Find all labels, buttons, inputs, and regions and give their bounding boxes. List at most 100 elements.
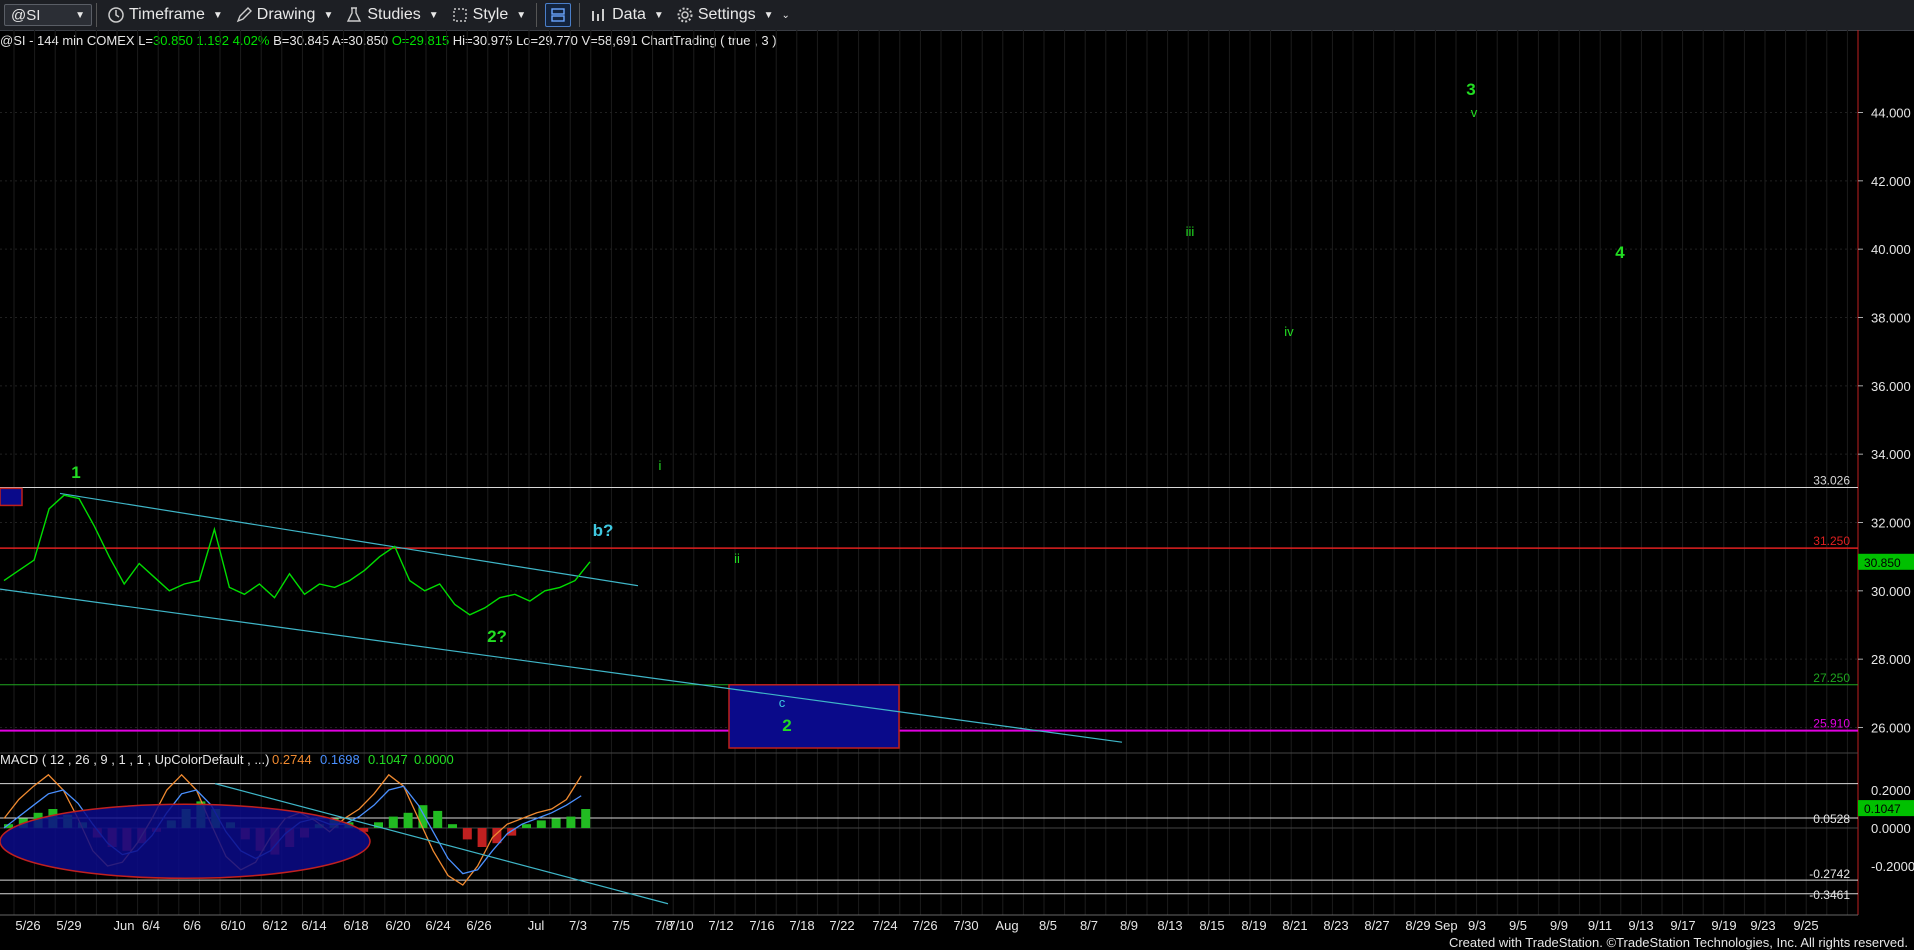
x-axis-tick-label: 8/23 <box>1323 918 1348 933</box>
horizontal-level-label: 27.250 <box>1813 671 1850 685</box>
x-axis-tick-label: 9/23 <box>1750 918 1775 933</box>
x-axis-tick-label: 8/7 <box>1080 918 1098 933</box>
style-icon <box>452 8 467 22</box>
macd-y-tick-label: 0.2000 <box>1871 783 1911 798</box>
style-label: Style <box>472 6 509 23</box>
horizontal-level-label: 31.250 <box>1813 534 1850 548</box>
timeframe-menu[interactable]: Timeframe ▼ <box>101 2 229 28</box>
channel-upper-line <box>59 492 639 587</box>
x-axis-tick-label: 6/14 <box>301 918 326 933</box>
price-chart[interactable]: 44.000 42.000 40.000 38.000 36.000 34.000 32.0… <box>0 30 1914 935</box>
x-axis-tick-label: 8/19 <box>1241 918 1266 933</box>
macd-avg-value: 0.1698 <box>320 752 360 767</box>
x-axis-tick-label: 7/30 <box>953 918 978 933</box>
x-axis-tick-label: 6/4 <box>142 918 160 933</box>
pencil-icon <box>236 7 252 23</box>
chevron-down-icon: ▼ <box>75 9 85 21</box>
wave-label: c <box>779 695 786 710</box>
x-axis-tick-label: 7/3 <box>569 918 587 933</box>
overflow-caret-icon: ⌄ <box>781 9 790 21</box>
macd-histogram-bar <box>462 828 472 840</box>
target-box <box>728 684 900 749</box>
horizontal-level-label: 33.026 <box>1813 473 1850 487</box>
bar-chart-icon <box>592 9 605 21</box>
chevron-down-icon: ▼ <box>516 9 527 21</box>
wave-label: iv <box>1284 324 1294 339</box>
wave-label: i <box>659 458 662 473</box>
chevron-down-icon: ▼ <box>653 9 664 21</box>
x-axis-tick-label: Aug <box>995 918 1018 933</box>
macd-level-label: 0.0528 <box>1813 812 1850 826</box>
macd-histogram-bar <box>566 816 576 828</box>
macd-y-tick-label: 0.0000 <box>1871 821 1911 836</box>
macd-histogram-bar <box>448 824 457 828</box>
studies-menu[interactable]: Studies ▼ <box>339 2 444 28</box>
layout-button[interactable] <box>545 3 572 27</box>
macd-histogram-bar <box>403 812 413 828</box>
x-axis-tick-label: 7/5 <box>612 918 630 933</box>
x-axis-tick-label: 6/26 <box>466 918 491 933</box>
settings-label: Settings <box>697 6 756 23</box>
symbol-selector[interactable]: @SI ▼ <box>4 4 92 26</box>
style-menu[interactable]: Style ▼ <box>445 2 532 28</box>
y-axis-tick-label: 44.000 <box>1871 106 1911 121</box>
flask-icon <box>347 7 362 22</box>
x-axis-tick-label: 9/11 <box>1588 918 1612 933</box>
x-axis-tick-label: 8/9 <box>1120 918 1138 933</box>
prior-target-box <box>0 487 23 507</box>
macd-divergence-ellipse <box>0 803 371 880</box>
chevron-down-icon: ▼ <box>212 9 223 21</box>
toolbar-divider <box>536 3 538 27</box>
horizontal-level-label: 25.910 <box>1813 717 1850 731</box>
macd-zero-value: 0.0000 <box>414 752 454 767</box>
x-axis-tick-label: 7/26 <box>912 918 937 933</box>
chevron-down-icon: ▼ <box>323 9 334 21</box>
macd-histogram-bar <box>388 816 398 828</box>
data-menu[interactable]: Data ▼ <box>584 2 670 28</box>
y-axis-tick-label: 38.000 <box>1871 311 1911 326</box>
y-axis-tick-label: 36.000 <box>1871 379 1911 394</box>
chart-toolbar: @SI ▼ Timeframe ▼ Drawing ▼ Studies ▼ St… <box>0 0 1914 31</box>
macd-histogram-bar <box>477 828 487 847</box>
copyright-footer: Created with TradeStation. ©TradeStation… <box>1448 935 1908 950</box>
macd-histogram-bar <box>433 810 443 828</box>
x-axis-tick-label: 9/3 <box>1468 918 1486 933</box>
y-axis-tick-label: 42.000 <box>1871 174 1911 189</box>
x-axis-tick-label: 9/5 <box>1509 918 1527 933</box>
x-axis-tick-label: 7/16 <box>749 918 774 933</box>
studies-label: Studies <box>367 6 421 23</box>
last-price-label: 30.850 <box>1864 556 1901 570</box>
channel-lower-line <box>0 588 1123 743</box>
wave-label: b? <box>593 521 614 540</box>
x-axis-tick-label: 9/13 <box>1628 918 1653 933</box>
wave-label: iii <box>1186 224 1195 239</box>
y-axis-tick-label: 34.000 <box>1871 447 1911 462</box>
y-axis-tick-label: 32.000 <box>1871 516 1911 531</box>
price-line <box>3 494 591 616</box>
x-axis-tick-label: 8/15 <box>1199 918 1224 933</box>
settings-menu[interactable]: Settings ▼ ⌄ <box>670 2 796 28</box>
x-axis-tick-label: 5/26 <box>15 918 40 933</box>
drawing-menu[interactable]: Drawing ▼ <box>229 2 340 28</box>
macd-histogram-bar <box>522 824 531 828</box>
x-axis-tick-label: 6/12 <box>262 918 287 933</box>
x-axis-tick-label: Jul <box>528 918 545 933</box>
y-axis-tick-label: 40.000 <box>1871 242 1911 257</box>
x-axis-tick-label: 6/24 <box>425 918 450 933</box>
x-axis-tick-label: 6/20 <box>385 918 410 933</box>
macd-value: 0.2744 <box>272 752 312 767</box>
x-axis-tick-label: 7/22 <box>829 918 854 933</box>
macd-histogram-bar <box>551 818 561 828</box>
wave-label: 2 <box>782 716 791 735</box>
wave-label: 3 <box>1466 80 1475 99</box>
toolbar-divider <box>579 3 581 27</box>
data-label: Data <box>612 6 646 23</box>
x-axis-tick-label: 9/17 <box>1670 918 1695 933</box>
x-axis-tick-label: 8/13 <box>1157 918 1182 933</box>
timeframe-label: Timeframe <box>129 6 205 23</box>
macd-y-tick-label: -0.2000 <box>1871 859 1914 874</box>
x-axis-tick-label: 8/21 <box>1282 918 1307 933</box>
wave-label: 4 <box>1615 243 1625 262</box>
x-axis-tick-label: 8/29 <box>1405 918 1430 933</box>
x-axis-tick-label: 6/6 <box>183 918 201 933</box>
